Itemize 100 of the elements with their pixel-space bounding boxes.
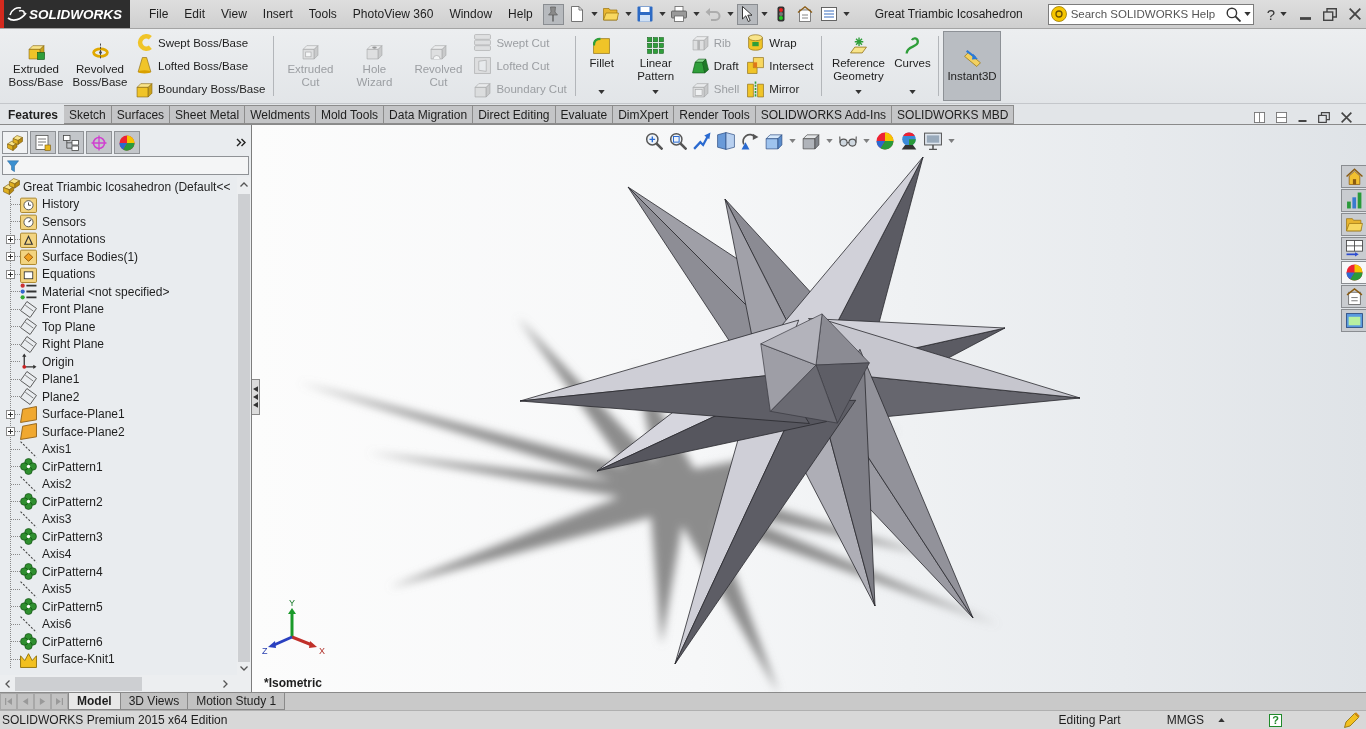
task-pane-tab[interactable]: [1341, 285, 1366, 308]
task-pane-tab[interactable]: [1341, 261, 1366, 284]
tab[interactable]: Surfaces: [111, 105, 171, 124]
panel-collapse-handle[interactable]: [252, 379, 260, 415]
scrollbar-thumb[interactable]: [238, 194, 250, 662]
caret-up-icon[interactable]: [1218, 718, 1225, 722]
scrollbar-thumb[interactable]: [15, 676, 142, 691]
tree-item[interactable]: Plane2: [42, 389, 80, 404]
tab[interactable]: Data Migration: [384, 105, 474, 124]
command-button[interactable]: Instant3D: [943, 31, 1001, 101]
command-button[interactable]: Linear Pattern: [623, 31, 688, 101]
scroll-right-icon[interactable]: [223, 679, 228, 688]
menu-item[interactable]: File: [141, 7, 177, 21]
tree-item[interactable]: Surface-Knit1: [42, 652, 115, 667]
tree-item[interactable]: CirPattern4: [42, 564, 103, 579]
color-sphere-icon[interactable]: [876, 132, 894, 150]
tree-item[interactable]: CirPattern3: [42, 529, 103, 544]
tab[interactable]: Weldments: [245, 105, 316, 124]
tree-item[interactable]: Equations: [42, 267, 96, 282]
help-button[interactable]: ?: [1269, 713, 1282, 727]
tree-item[interactable]: Top Plane: [42, 319, 96, 334]
unit-system[interactable]: MMGS: [1166, 713, 1204, 727]
restore-icon[interactable]: [1323, 7, 1337, 21]
command-button[interactable]: Curves: [890, 31, 935, 101]
tree-item[interactable]: Right Plane: [42, 337, 105, 352]
command-button[interactable]: Extruded Boss/Base: [4, 31, 68, 101]
tab[interactable]: SOLIDWORKS MBD: [892, 105, 1015, 124]
tree-item[interactable]: CirPattern5: [42, 599, 103, 614]
property-tab[interactable]: [30, 131, 56, 154]
restore-icon[interactable]: [1318, 111, 1330, 123]
menu-item[interactable]: Edit: [176, 7, 214, 21]
tab[interactable]: 3D Views: [120, 693, 189, 710]
double-chevron-icon[interactable]: [236, 138, 246, 147]
tree-item[interactable]: Great Triambic Icosahedron (Default<<: [23, 179, 231, 194]
scroll-down-icon[interactable]: [240, 666, 248, 671]
tab[interactable]: Sheet Metal: [170, 105, 246, 124]
monitor-icon[interactable]: [924, 132, 942, 150]
command-button[interactable]: Fillet: [579, 31, 624, 101]
zigzag-arrow-icon[interactable]: [693, 132, 711, 150]
menu-item[interactable]: Insert: [254, 7, 301, 21]
scroll-left-icon[interactable]: [5, 679, 10, 688]
command-button[interactable]: Intersect: [745, 56, 816, 76]
cube-icon[interactable]: [765, 132, 783, 150]
tree-item[interactable]: Axis6: [42, 617, 72, 632]
menu-item[interactable]: Help: [500, 7, 541, 21]
expand-icon[interactable]: [6, 252, 15, 261]
caret-icon[interactable]: [624, 12, 632, 16]
tab[interactable]: Mold Tools: [315, 105, 385, 124]
task-pane-tab[interactable]: [1341, 309, 1366, 332]
search-icon[interactable]: [1225, 6, 1241, 22]
feature-tree-tab[interactable]: [2, 131, 28, 154]
expand-icon[interactable]: [6, 427, 15, 436]
zoom-area-icon[interactable]: [669, 132, 687, 150]
close-icon[interactable]: [1349, 8, 1361, 20]
task-pane-tab[interactable]: [1341, 165, 1366, 188]
tree-item[interactable]: Material <not specified>: [42, 284, 170, 299]
tree-item[interactable]: Front Plane: [42, 302, 105, 317]
tree-item[interactable]: Surface-Plane1: [42, 407, 125, 422]
globe-icon[interactable]: [900, 132, 918, 150]
tree-item[interactable]: CirPattern1: [42, 459, 103, 474]
tree-item[interactable]: Plane1: [42, 372, 80, 387]
scroll-up-icon[interactable]: [240, 182, 248, 187]
tab[interactable]: DimXpert: [613, 105, 675, 124]
minimize-icon[interactable]: [1300, 16, 1311, 20]
help-button[interactable]: ?: [1263, 5, 1290, 23]
tab[interactable]: Motion Study 1: [188, 693, 286, 710]
task-pane-tab[interactable]: [1341, 237, 1366, 260]
tree-item[interactable]: Origin: [42, 354, 74, 369]
caret-icon[interactable]: [658, 12, 666, 16]
configuration-tab[interactable]: [58, 131, 84, 154]
tab[interactable]: Evaluate: [555, 105, 614, 124]
tree-item[interactable]: Surface Bodies(1): [42, 249, 139, 264]
tile-icon[interactable]: [1254, 111, 1265, 123]
tab[interactable]: SOLIDWORKS Add-Ins: [755, 105, 893, 124]
caret-icon[interactable]: [1243, 12, 1251, 16]
menu-item[interactable]: Window: [441, 7, 501, 21]
tree-item[interactable]: CirPattern2: [42, 494, 103, 509]
command-button[interactable]: Swept Boss/Base: [134, 33, 268, 53]
search-field[interactable]: Search SOLIDWORKS Help: [1047, 3, 1254, 25]
tree-item[interactable]: Axis5: [42, 582, 72, 597]
expand-icon[interactable]: [6, 234, 15, 244]
tab[interactable]: Direct Editing: [473, 105, 556, 124]
zoom-icon[interactable]: [645, 132, 663, 150]
command-button[interactable]: Draft: [689, 56, 742, 76]
section-view-icon[interactable]: [717, 132, 735, 150]
tree-item[interactable]: CirPattern6: [42, 634, 103, 649]
menu-item[interactable]: View: [213, 7, 255, 21]
command-button[interactable]: Revolved Boss/Base: [68, 31, 132, 101]
print-button[interactable]: [668, 3, 690, 25]
command-button[interactable]: Wrap: [745, 33, 816, 53]
tree-item[interactable]: Axis2: [42, 477, 72, 492]
command-button[interactable]: Mirror: [745, 79, 816, 99]
minimize-icon[interactable]: [1298, 120, 1307, 122]
pencil-icon[interactable]: [1344, 712, 1360, 728]
close-icon[interactable]: [1341, 111, 1352, 123]
caret-icon[interactable]: [590, 12, 598, 16]
glasses-icon[interactable]: [839, 135, 857, 147]
menu-item[interactable]: PhotoView 360: [344, 7, 442, 21]
filter-field[interactable]: [2, 156, 249, 175]
tree-item[interactable]: History: [42, 197, 80, 212]
